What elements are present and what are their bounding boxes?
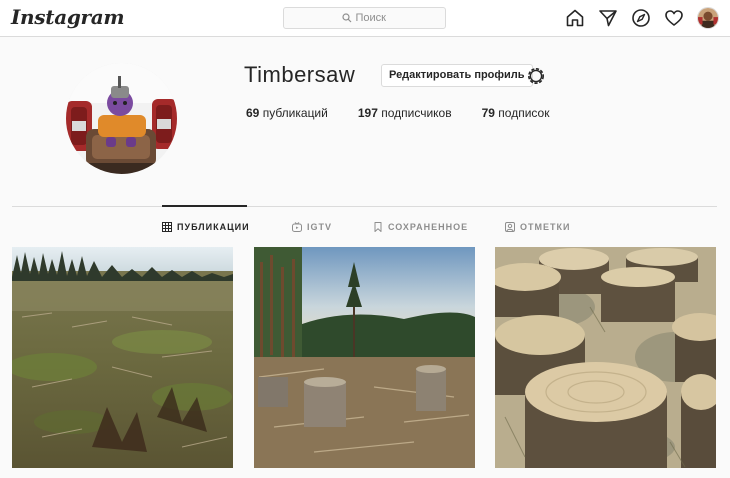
tab-igtv[interactable]: IGTV	[292, 222, 332, 232]
activity-heart-icon[interactable]	[664, 8, 684, 28]
igtv-icon	[292, 222, 302, 232]
clear-cut-forest-photo	[12, 247, 233, 468]
post-thumbnail[interactable]	[495, 247, 716, 468]
stat-followers[interactable]: 197 подписчиков	[358, 106, 452, 120]
nav-icons	[565, 7, 719, 29]
stat-posts[interactable]: 69 публикаций	[246, 106, 328, 120]
tabs-divider	[12, 206, 717, 207]
tab-posts[interactable]: ПУБЛИКАЦИИ	[162, 222, 250, 232]
stat-following-label: подписок	[498, 106, 550, 120]
stat-following[interactable]: 79 подписок	[482, 106, 550, 120]
cut-stumps-closeup-photo	[495, 247, 716, 468]
profile-picture[interactable]	[66, 63, 177, 174]
stat-followers-count: 197	[357, 106, 378, 120]
bookmark-icon	[374, 222, 382, 232]
search-input[interactable]	[355, 12, 388, 24]
tab-saved-label: СОХРАНЕННОЕ	[388, 222, 469, 232]
stat-followers-label: подписчиков	[381, 106, 452, 120]
tab-posts-label: ПУБЛИКАЦИИ	[177, 222, 250, 232]
top-navigation-bar: Instagram	[0, 0, 730, 37]
tab-saved[interactable]: СОХРАНЕННОЕ	[373, 222, 468, 232]
search-icon	[341, 13, 351, 23]
stat-posts-label: публикаций	[262, 106, 328, 120]
tagged-icon	[505, 222, 515, 232]
direct-icon[interactable]	[598, 8, 618, 28]
gear-icon[interactable]	[526, 66, 546, 86]
post-thumbnail[interactable]	[12, 247, 233, 468]
instagram-logo[interactable]: Instagram	[11, 5, 125, 29]
home-icon[interactable]	[565, 8, 585, 28]
profile-username: Timbersaw	[244, 62, 356, 87]
tab-tagged-label: ОТМЕТКИ	[520, 222, 571, 232]
tab-tagged[interactable]: ОТМЕТКИ	[505, 222, 570, 232]
tab-igtv-label: IGTV	[307, 222, 333, 232]
stumps-with-pine-photo	[254, 247, 475, 468]
profile-stats: 69 публикаций 197 подписчиков 79 подписо…	[246, 106, 579, 120]
active-tab-indicator	[162, 205, 247, 207]
explore-icon[interactable]	[631, 8, 651, 28]
grid-icon	[162, 222, 172, 232]
profile-avatar-icon[interactable]	[697, 7, 719, 29]
profile-figurine-image	[66, 63, 177, 174]
search-box[interactable]	[283, 7, 446, 29]
post-thumbnail[interactable]	[254, 247, 475, 468]
edit-profile-button[interactable]: Редактировать профиль	[381, 64, 533, 87]
stat-posts-count: 69	[246, 106, 260, 120]
stat-following-count: 79	[481, 106, 495, 120]
